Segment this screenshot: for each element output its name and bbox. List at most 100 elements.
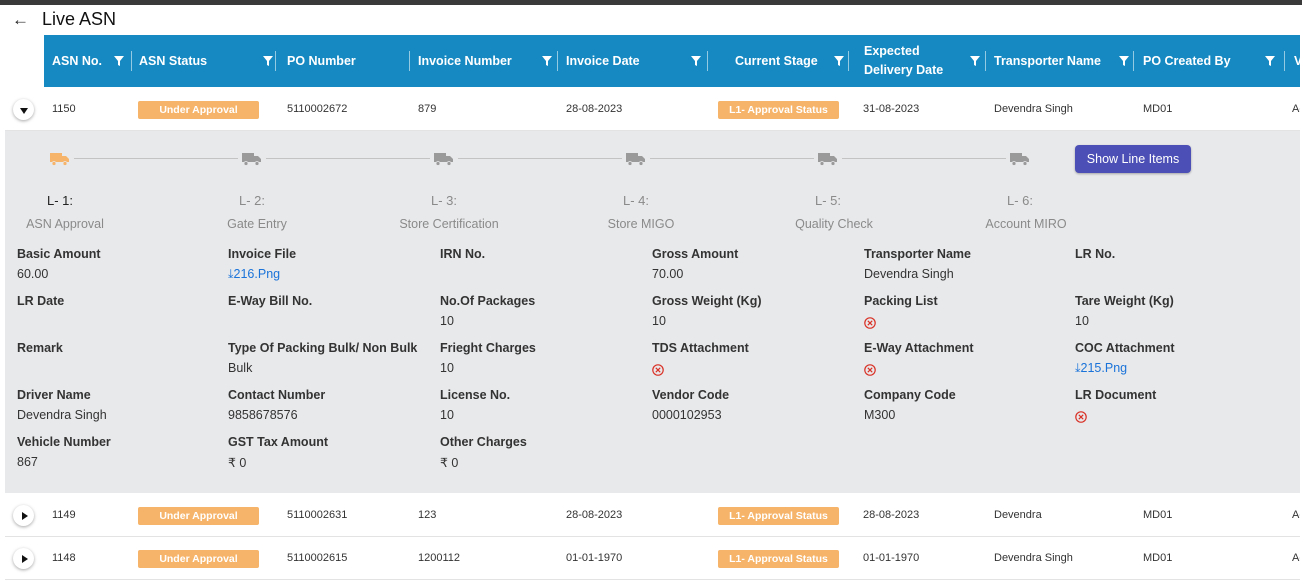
field-value: 10 xyxy=(440,408,454,422)
filter-icon[interactable] xyxy=(542,56,552,66)
column-header-transporter-name[interactable]: Transporter Name xyxy=(994,35,1101,87)
table-row[interactable]: 1148 5110002615 1200112 01-01-1970 01-01-197… xyxy=(5,537,1302,580)
filter-icon[interactable] xyxy=(970,56,980,66)
column-separator xyxy=(848,51,849,71)
column-separator xyxy=(409,51,410,71)
detail-field: Packing List xyxy=(864,294,1069,330)
back-arrow-icon[interactable]: ← xyxy=(12,11,30,29)
filter-icon[interactable] xyxy=(691,56,701,66)
field-label: Contact Number xyxy=(228,388,326,402)
invoice-number-cell: 1200112 xyxy=(418,552,461,564)
field-value: Devendra Singh xyxy=(17,408,107,422)
expand-row-button[interactable] xyxy=(13,548,34,569)
stage-name: Store MIGO xyxy=(607,217,675,231)
detail-field: License No. 10 xyxy=(440,388,645,424)
field-label: E-Way Bill No. xyxy=(228,294,313,308)
field-value xyxy=(228,314,433,330)
field-value[interactable]: ⤓216.Png xyxy=(228,267,433,283)
detail-field: Contact Number 9858678576 xyxy=(228,388,433,424)
filter-icon[interactable] xyxy=(114,56,124,66)
attachment-link[interactable]: 216.Png xyxy=(234,267,281,281)
field-label: Gross Amount xyxy=(652,247,739,261)
invoice-date-cell: 28-08-2023 xyxy=(566,103,623,115)
show-line-items-button[interactable]: Show Line Items xyxy=(1075,145,1191,173)
transporter-cell: Devendra Singh xyxy=(994,103,1073,115)
stage-connector xyxy=(650,158,814,159)
page-title: Live ASN xyxy=(42,9,117,29)
table-header-gutter xyxy=(5,35,44,87)
collapse-row-button[interactable] xyxy=(13,99,34,120)
detail-field: Type Of Packing Bulk/ Non Bulk Bulk xyxy=(228,341,433,377)
field-label: Tare Weight (Kg) xyxy=(1075,294,1174,308)
attachment-link[interactable]: 215.Png xyxy=(1081,361,1128,375)
asn-no-cell: 1148 xyxy=(52,552,76,564)
delivery-date-cell: 28-08-2023 xyxy=(863,509,920,521)
field-label: GST Tax Amount xyxy=(228,435,328,449)
invoice-number-cell: 123 xyxy=(418,509,437,521)
table-row[interactable]: 1149 5110002631 123 28-08-2023 28-08-2023 Dev… xyxy=(5,494,1302,537)
column-header-po-created-by[interactable]: PO Created By xyxy=(1143,35,1231,87)
stage-name: Store Certification xyxy=(399,217,499,231)
column-separator xyxy=(1133,51,1134,71)
column-header-po-number[interactable]: PO Number xyxy=(287,35,356,87)
column-separator xyxy=(985,51,986,71)
expand-row-button[interactable] xyxy=(13,505,34,526)
close-circle-icon xyxy=(864,317,876,329)
field-value xyxy=(1075,267,1280,283)
column-separator xyxy=(707,51,708,71)
column-header-invoice-date[interactable]: Invoice Date xyxy=(566,35,640,87)
detail-field: Frieght Charges 10 xyxy=(440,341,645,377)
stage-name: Account MIRO xyxy=(985,217,1067,231)
detail-field: GST Tax Amount ₹ 0 xyxy=(228,435,433,471)
asn-detail-panel: Show Line Items L- 1: ASN Approval L- 2: Ga… xyxy=(5,131,1300,493)
detail-field: Basic Amount 60.00 xyxy=(17,247,222,283)
table-row[interactable]: 1150 5110002672 879 28-08-2023 31-08-2023 Dev… xyxy=(5,88,1302,131)
field-value: ₹ 0 xyxy=(228,456,247,470)
field-label: TDS Attachment xyxy=(652,341,749,355)
column-header-label: Expected Delivery Date xyxy=(864,44,944,77)
po-number-cell: 5110002631 xyxy=(287,509,348,521)
detail-field: No.Of Packages 10 xyxy=(440,294,645,330)
po-number-cell: 5110002672 xyxy=(287,103,348,115)
filter-icon[interactable] xyxy=(1265,56,1275,66)
column-separator xyxy=(131,51,132,71)
column-header-label: PO Number xyxy=(287,54,356,68)
field-value: 10 xyxy=(440,361,454,375)
filter-icon[interactable] xyxy=(1119,56,1129,66)
field-value[interactable]: ⤓215.Png xyxy=(1075,361,1280,377)
stage-name: Gate Entry xyxy=(227,217,287,231)
created-by-cell: MD01 xyxy=(1143,509,1173,521)
status-badge: Under Approval xyxy=(138,550,259,568)
column-header-invoice-number[interactable]: Invoice Number xyxy=(418,35,512,87)
status-badge: Under Approval xyxy=(138,101,259,119)
detail-field: E-Way Attachment xyxy=(864,341,1069,377)
field-value xyxy=(440,267,645,283)
field-value: ₹ 0 xyxy=(440,456,459,470)
column-header-label: ASN Status xyxy=(139,54,208,68)
column-header-current-stage[interactable]: Current Stage xyxy=(735,35,818,87)
field-label: License No. xyxy=(440,388,511,402)
field-label: LR Document xyxy=(1075,388,1157,402)
field-label: Vehicle Number xyxy=(17,435,111,449)
filter-icon[interactable] xyxy=(834,56,844,66)
detail-field: TDS Attachment xyxy=(652,341,857,377)
field-value xyxy=(1075,408,1280,424)
field-value: 60.00 xyxy=(17,267,49,281)
filter-icon[interactable] xyxy=(263,56,273,66)
detail-field: Company Code M300 xyxy=(864,388,1069,424)
detail-field: E-Way Bill No. xyxy=(228,294,433,330)
truck-icon xyxy=(242,151,262,166)
stage-connector xyxy=(842,158,1006,159)
detail-field: Other Charges ₹ 0 xyxy=(440,435,645,471)
stage-connector xyxy=(266,158,430,159)
column-header-asn-no[interactable]: ASN No. xyxy=(52,35,102,87)
column-header-asn-status[interactable]: ASN Status xyxy=(139,35,207,87)
column-header-label: Invoice Date xyxy=(566,54,640,68)
field-label: No.Of Packages xyxy=(440,294,536,308)
field-label: Type Of Packing Bulk/ Non Bulk xyxy=(228,341,418,355)
caret-right-icon xyxy=(21,554,28,563)
asn-no-cell: 1150 xyxy=(52,103,76,115)
column-header-expected-delivery-date[interactable]: Expected Delivery Date xyxy=(864,35,969,87)
table-header: ASN No. ASN Status PO Number Invoice Number… xyxy=(44,35,1302,87)
created-by-cell: MD01 xyxy=(1143,103,1173,115)
